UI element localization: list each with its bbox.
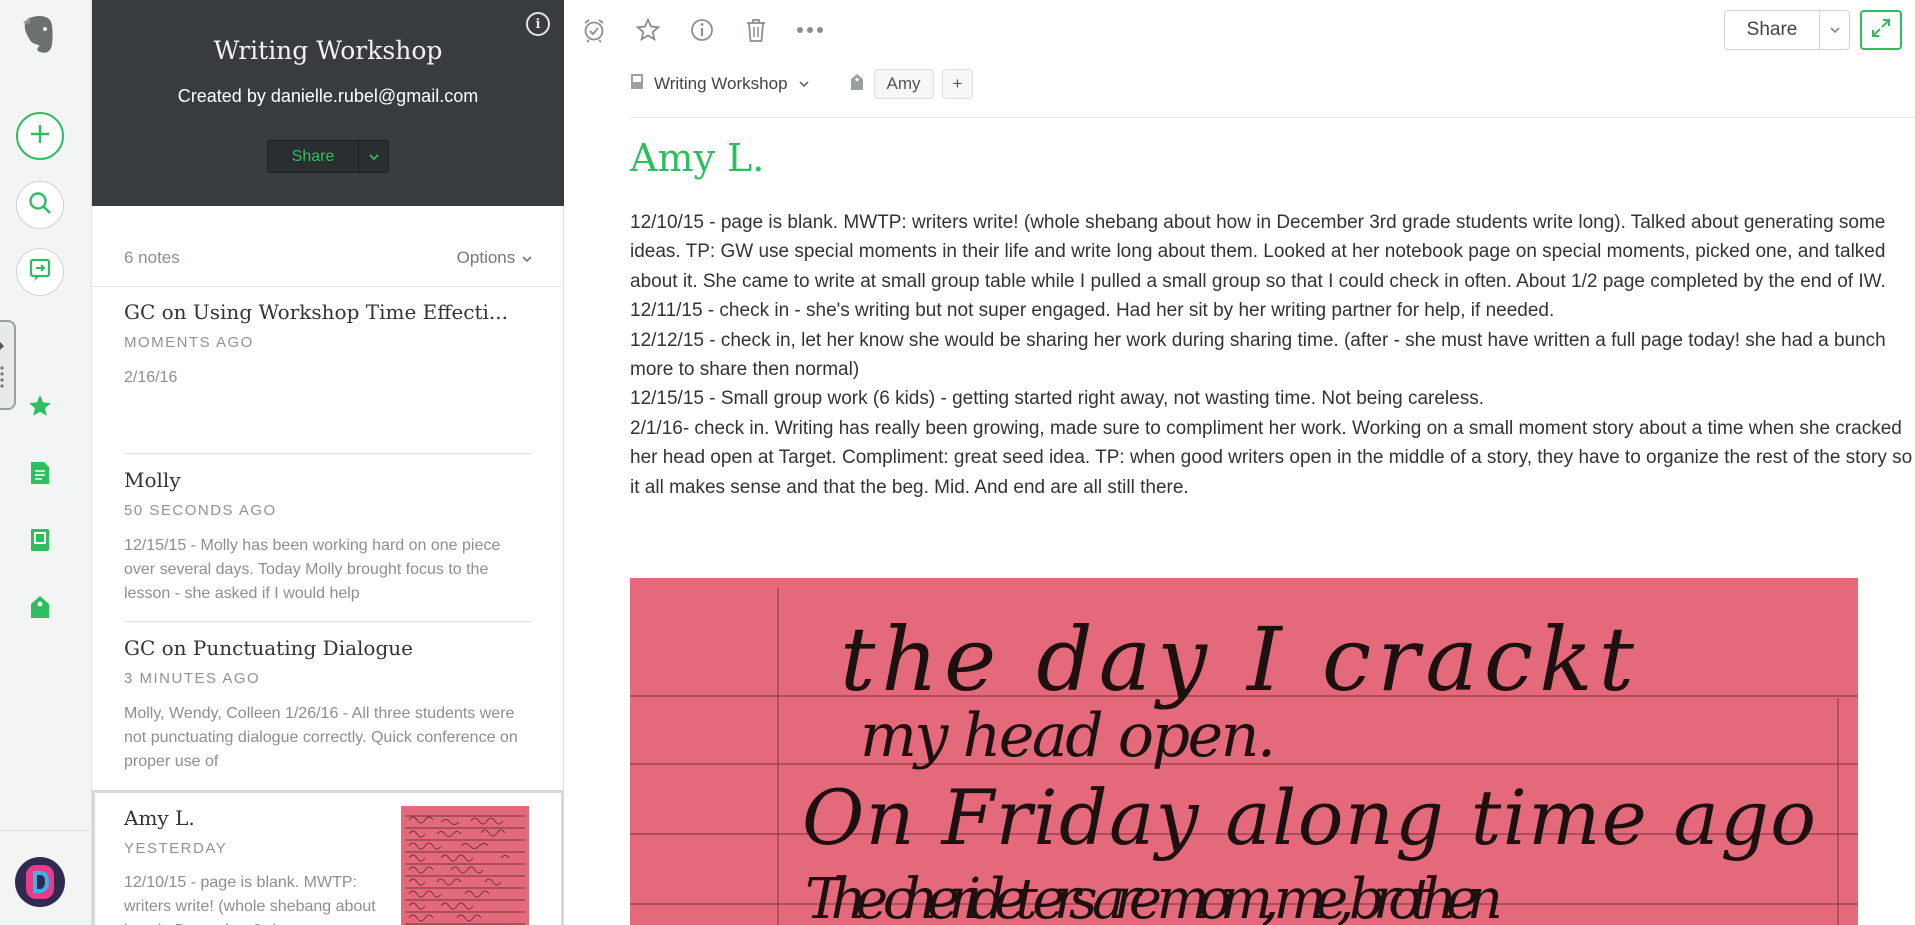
left-rail: [0, 0, 92, 925]
evernote-logo-icon[interactable]: [22, 14, 56, 56]
chevron-down-icon: [1829, 21, 1841, 39]
list-item-selected[interactable]: Amy L. YESTERDAY 12/10/15 - page is blan…: [92, 790, 564, 925]
favorite-star-icon[interactable]: [634, 16, 662, 44]
note-paragraph: 12/15/15 - Small group work (6 kids) - g…: [630, 388, 1484, 410]
list-item[interactable]: GC on Punctuating Dialogue 3 MINUTES AGO…: [92, 622, 564, 790]
options-menu[interactable]: Options: [457, 248, 532, 268]
chevron-down-icon[interactable]: [798, 75, 810, 93]
note-paragraph: 12/12/15 - check in, let her know she wo…: [630, 329, 1886, 381]
avatar[interactable]: [15, 857, 65, 907]
search-icon: [27, 190, 53, 221]
note-count: 6 notes: [124, 248, 180, 267]
expand-button[interactable]: [1860, 10, 1902, 50]
trash-icon[interactable]: [742, 16, 770, 44]
notebook-share-button-group: Share: [267, 140, 389, 173]
note-snippet: 12/15/15 - Molly has been working hard o…: [124, 537, 501, 602]
work-chat-icon: [27, 257, 53, 288]
list-item[interactable]: Molly 50 SECONDS AGO 12/15/15 - Molly ha…: [92, 454, 564, 622]
note-time: MOMENTS AGO: [124, 334, 254, 351]
notes-icon[interactable]: [26, 459, 54, 487]
note-list-toolbar: 6 notes Options: [124, 248, 532, 272]
note-title: Molly: [124, 468, 181, 492]
info-icon[interactable]: i: [526, 12, 550, 36]
notebook-creator: Created by danielle.rubel@gmail.com: [177, 86, 479, 106]
meta-divider: [630, 117, 1915, 118]
note-time: 50 SECONDS AGO: [124, 502, 277, 519]
note-snippet: 2/16/16: [124, 369, 178, 386]
handwriting-image: the day I crackt my head open. On Friday…: [630, 578, 1858, 925]
rail-separator: [0, 830, 92, 831]
tags-icon[interactable]: [26, 593, 54, 621]
new-note-button[interactable]: [16, 112, 64, 160]
handwriting-line: On Friday along time ago: [802, 773, 1822, 862]
note-snippet: 12/10/15 - page is blank. MWTP: writers …: [124, 874, 376, 925]
note-title: GC on Using Workshop Time Effecti...: [124, 300, 508, 324]
note-paragraph: 12/10/15 - page is blank. MWTP: writers …: [630, 212, 1886, 292]
notebook-icon: [630, 73, 644, 95]
note-body[interactable]: 12/10/15 - page is blank. MWTP: writers …: [630, 208, 1915, 502]
note-time: YESTERDAY: [124, 840, 228, 857]
notebook-share-button[interactable]: Share: [268, 141, 358, 172]
notebook-title: Writing Workshop: [213, 36, 443, 65]
note-title: GC on Punctuating Dialogue: [124, 636, 413, 660]
note-meta-row: Writing Workshop Amy +: [630, 68, 974, 100]
chevron-down-icon: [368, 148, 380, 166]
chevron-down-icon: [522, 256, 532, 263]
notebook-share-dropdown[interactable]: [358, 141, 388, 172]
options-label: Options: [456, 248, 516, 267]
note-editor: Share Writing Workshop Amy + Amy L. 12/1…: [564, 0, 1915, 925]
share-dropdown[interactable]: [1819, 11, 1849, 49]
expand-icon: [1870, 17, 1892, 44]
handwriting-line: the day I crackt: [840, 608, 1640, 711]
note-paragraph: 2/1/16- check in. Writing has really bee…: [630, 417, 1913, 498]
handwriting-line: my head open.: [860, 701, 1280, 771]
note-paragraph: 12/11/15 - check in - she's writing but …: [630, 300, 1555, 322]
note-title-heading[interactable]: Amy L.: [630, 136, 764, 180]
note-snippet: Molly, Wendy, Colleen 1/26/16 - All thre…: [124, 705, 518, 770]
more-icon[interactable]: [796, 16, 824, 44]
shortcuts-star-icon[interactable]: [26, 392, 54, 420]
reminder-icon[interactable]: [580, 16, 608, 44]
search-button[interactable]: [16, 181, 64, 229]
note-thumbnail: [401, 806, 529, 925]
note-time: 3 MINUTES AGO: [124, 670, 261, 687]
notebook-header: i Writing Workshop Created by danielle.r…: [92, 0, 564, 206]
share-button[interactable]: Share: [1725, 11, 1819, 49]
work-chat-button[interactable]: [16, 248, 64, 296]
handwriting-line: The cheridet ers are mom, me, brothen: [805, 867, 1505, 925]
note-list-panel: i Writing Workshop Created by danielle.r…: [92, 0, 564, 925]
new-note-icon: [28, 122, 52, 151]
info-icon[interactable]: [688, 16, 716, 44]
add-tag-button[interactable]: +: [941, 69, 974, 99]
notebooks-icon[interactable]: [26, 526, 54, 554]
tag-icon: [850, 73, 864, 96]
notebook-selector[interactable]: Writing Workshop: [654, 74, 788, 94]
tag-chip[interactable]: Amy: [873, 69, 934, 99]
list-item[interactable]: GC on Using Workshop Time Effecti... MOM…: [92, 286, 564, 454]
panel-collapse-handle[interactable]: [0, 320, 16, 410]
note-title: Amy L.: [124, 806, 195, 830]
share-button-group: Share: [1724, 10, 1850, 50]
